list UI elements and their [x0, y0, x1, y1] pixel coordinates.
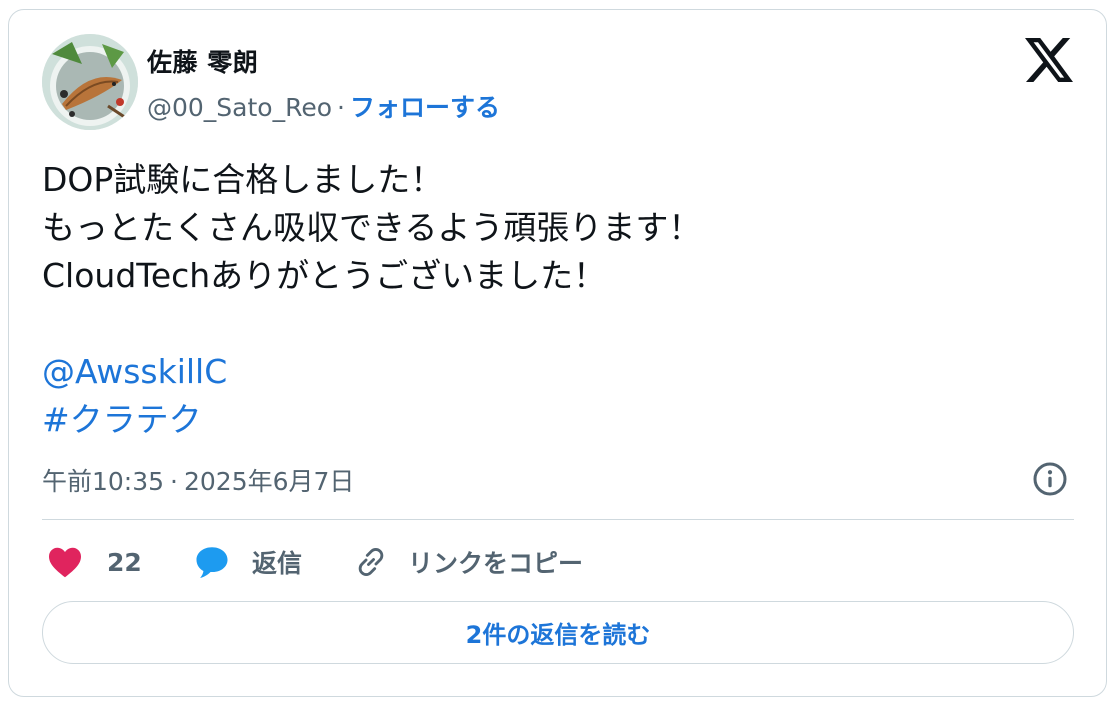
tweet-date: 2025年6月7日 — [184, 467, 355, 496]
separator-dot: · — [170, 467, 178, 496]
divider — [42, 519, 1074, 520]
like-button[interactable]: 22 — [47, 542, 142, 582]
avatar[interactable] — [42, 34, 138, 130]
copy-link-label: リンクをコピー — [408, 549, 584, 578]
user-handle[interactable]: @00_Sato_Reo — [147, 93, 332, 122]
tweet-line: DOP試験に合格しました！ — [42, 160, 444, 199]
tweet-embed-card: 佐藤 零朗 @00_Sato_Reo · フォローする DOP試験に合格しました！ … — [8, 9, 1107, 697]
reply-button[interactable]: 返信 — [194, 542, 302, 582]
info-icon[interactable] — [1032, 461, 1068, 497]
speech-bubble-icon — [196, 547, 228, 578]
display-name[interactable]: 佐藤 零朗 — [147, 43, 258, 79]
tweet-text: DOP試験に合格しました！ もっとたくさん吸収できるよう頑張ります！ Cloud… — [42, 156, 701, 444]
handle-row: @00_Sato_Reo · フォローする — [147, 88, 500, 124]
heart-icon — [49, 547, 81, 578]
hashtag-link[interactable]: #クラテク — [42, 396, 701, 444]
timestamp-row[interactable]: 午前10:35 · 2025年6月7日 — [42, 462, 354, 498]
follow-link[interactable]: フォローする — [350, 93, 500, 122]
reply-label: 返信 — [252, 549, 303, 578]
x-logo-icon[interactable] — [1025, 38, 1073, 82]
like-count: 22 — [107, 547, 142, 577]
tweet-line: もっとたくさん吸収できるよう頑張ります！ — [42, 208, 702, 247]
mention-link[interactable]: @AwsskillC — [42, 348, 701, 396]
link-icon — [358, 548, 384, 576]
tweet-line: CloudTechありがとうございました！ — [42, 256, 607, 295]
copy-link-button[interactable]: リンクをコピー — [354, 542, 583, 582]
tweet-time: 午前10:35 — [42, 467, 165, 496]
separator-dot: · — [337, 93, 345, 122]
read-replies-button[interactable]: 2件の返信を読む — [42, 601, 1074, 664]
avatar-image — [42, 34, 138, 130]
